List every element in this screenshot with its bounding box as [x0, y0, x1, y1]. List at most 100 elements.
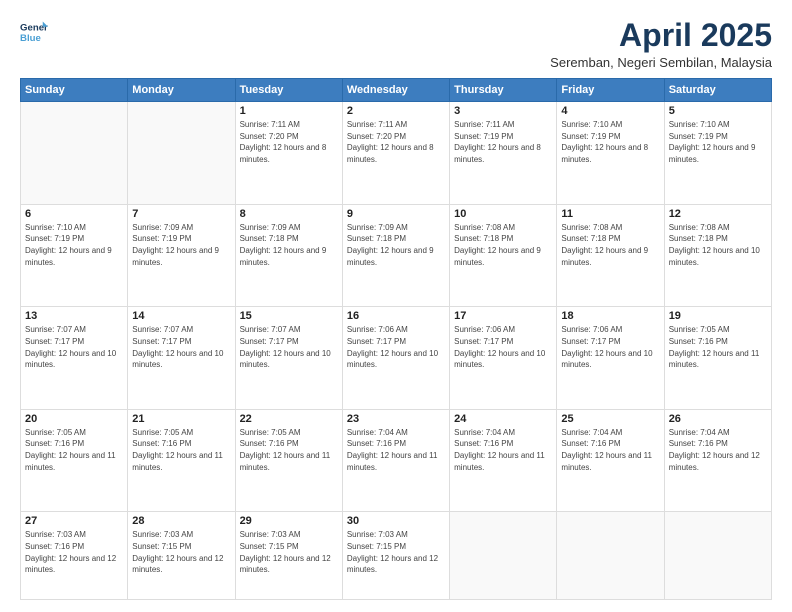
day-number: 14 [132, 310, 230, 322]
week-row-4: 20 Sunrise: 7:05 AMSunset: 7:16 PMDayligh… [21, 409, 772, 512]
calendar-cell-22: 22 Sunrise: 7:05 AMSunset: 7:16 PMDayligh… [235, 409, 342, 512]
cell-info: Sunrise: 7:06 AMSunset: 7:17 PMDaylight:… [561, 324, 659, 370]
cell-info: Sunrise: 7:11 AMSunset: 7:20 PMDaylight:… [240, 119, 338, 165]
calendar-cell-23: 23 Sunrise: 7:04 AMSunset: 7:16 PMDayligh… [342, 409, 449, 512]
day-number: 9 [347, 208, 445, 220]
calendar-cell-30: 30 Sunrise: 7:03 AMSunset: 7:15 PMDayligh… [342, 512, 449, 600]
calendar-cell-20: 20Sunrise: 7:05 AMSunset: 7:16 PMDayligh… [21, 409, 128, 512]
calendar-cell-1: 1 Sunrise: 7:11 AMSunset: 7:20 PMDaylight… [235, 102, 342, 205]
day-number: 18 [561, 310, 659, 322]
cell-info: Sunrise: 7:08 AMSunset: 7:18 PMDaylight:… [561, 222, 659, 268]
calendar-cell-17: 17Sunrise: 7:06 AMSunset: 7:17 PMDayligh… [450, 307, 557, 410]
svg-text:Blue: Blue [20, 33, 41, 44]
day-number: 30 [347, 515, 445, 527]
cell-info: Sunrise: 7:04 AMSunset: 7:16 PMDaylight:… [561, 427, 659, 473]
day-number: 26 [669, 413, 767, 425]
cell-info: Sunrise: 7:10 AMSunset: 7:19 PMDaylight:… [561, 119, 659, 165]
calendar-cell-16: 16 Sunrise: 7:06 AMSunset: 7:17 PMDayligh… [342, 307, 449, 410]
day-number: 27 [25, 515, 123, 527]
cell-info: Sunrise: 7:08 AMSunset: 7:18 PMDaylight:… [454, 222, 552, 268]
cell-info: Sunrise: 7:09 AMSunset: 7:18 PMDaylight:… [240, 222, 338, 268]
day-number: 12 [669, 208, 767, 220]
calendar-cell-2: 2 Sunrise: 7:11 AMSunset: 7:20 PMDaylight… [342, 102, 449, 205]
logo: General Blue [20, 18, 48, 46]
day-number: 2 [347, 105, 445, 117]
calendar-cell-empty [664, 512, 771, 600]
day-number: 5 [669, 105, 767, 117]
cell-info: Sunrise: 7:06 AMSunset: 7:17 PMDaylight:… [347, 324, 445, 370]
calendar-cell-15: 15 Sunrise: 7:07 AMSunset: 7:17 PMDayligh… [235, 307, 342, 410]
calendar-cell-21: 21 Sunrise: 7:05 AMSunset: 7:16 PMDayligh… [128, 409, 235, 512]
col-header-wednesday: Wednesday [342, 79, 449, 102]
cell-info: Sunrise: 7:09 AMSunset: 7:18 PMDaylight:… [347, 222, 445, 268]
day-number: 10 [454, 208, 552, 220]
calendar-cell-empty [21, 102, 128, 205]
day-number: 11 [561, 208, 659, 220]
day-number: 29 [240, 515, 338, 527]
calendar-cell-5: 5Sunrise: 7:10 AMSunset: 7:19 PMDaylight… [664, 102, 771, 205]
day-number: 16 [347, 310, 445, 322]
cell-info: Sunrise: 7:04 AMSunset: 7:16 PMDaylight:… [347, 427, 445, 473]
cell-info: Sunrise: 7:07 AMSunset: 7:17 PMDaylight:… [240, 324, 338, 370]
cell-info: Sunrise: 7:05 AMSunset: 7:16 PMDaylight:… [132, 427, 230, 473]
week-row-5: 27 Sunrise: 7:03 AMSunset: 7:16 PMDayligh… [21, 512, 772, 600]
day-number: 22 [240, 413, 338, 425]
calendar-cell-25: 25 Sunrise: 7:04 AMSunset: 7:16 PMDayligh… [557, 409, 664, 512]
cell-info: Sunrise: 7:03 AMSunset: 7:16 PMDaylight:… [25, 529, 123, 575]
day-number: 21 [132, 413, 230, 425]
calendar-cell-3: 3Sunrise: 7:11 AMSunset: 7:19 PMDaylight… [450, 102, 557, 205]
day-number: 13 [25, 310, 123, 322]
calendar-cell-27: 27 Sunrise: 7:03 AMSunset: 7:16 PMDayligh… [21, 512, 128, 600]
day-number: 24 [454, 413, 552, 425]
cell-info: Sunrise: 7:03 AMSunset: 7:15 PMDaylight:… [132, 529, 230, 575]
cell-info: Sunrise: 7:03 AMSunset: 7:15 PMDaylight:… [240, 529, 338, 575]
col-header-friday: Friday [557, 79, 664, 102]
location-subtitle: Seremban, Negeri Sembilan, Malaysia [550, 55, 772, 70]
cell-info: Sunrise: 7:04 AMSunset: 7:16 PMDaylight:… [669, 427, 767, 473]
week-row-3: 13 Sunrise: 7:07 AMSunset: 7:17 PMDayligh… [21, 307, 772, 410]
day-number: 20 [25, 413, 123, 425]
cell-info: Sunrise: 7:09 AMSunset: 7:19 PMDaylight:… [132, 222, 230, 268]
calendar-cell-28: 28 Sunrise: 7:03 AMSunset: 7:15 PMDayligh… [128, 512, 235, 600]
col-header-monday: Monday [128, 79, 235, 102]
day-number: 17 [454, 310, 552, 322]
day-number: 15 [240, 310, 338, 322]
day-number: 25 [561, 413, 659, 425]
calendar-cell-10: 10 Sunrise: 7:08 AMSunset: 7:18 PMDayligh… [450, 204, 557, 307]
cell-info: Sunrise: 7:11 AMSunset: 7:20 PMDaylight:… [347, 119, 445, 165]
day-number: 1 [240, 105, 338, 117]
cell-info: Sunrise: 7:07 AMSunset: 7:17 PMDaylight:… [132, 324, 230, 370]
cell-info: Sunrise: 7:05 AMSunset: 7:16 PMDaylight:… [240, 427, 338, 473]
week-row-1: 1 Sunrise: 7:11 AMSunset: 7:20 PMDaylight… [21, 102, 772, 205]
col-header-saturday: Saturday [664, 79, 771, 102]
calendar-header-row: SundayMondayTuesdayWednesdayThursdayFrid… [21, 79, 772, 102]
day-number: 23 [347, 413, 445, 425]
calendar-cell-empty [450, 512, 557, 600]
calendar-cell-4: 4 Sunrise: 7:10 AMSunset: 7:19 PMDaylight… [557, 102, 664, 205]
calendar-cell-8: 8Sunrise: 7:09 AMSunset: 7:18 PMDaylight… [235, 204, 342, 307]
month-year-title: April 2025 [550, 18, 772, 53]
week-row-2: 6Sunrise: 7:10 AMSunset: 7:19 PMDaylight… [21, 204, 772, 307]
calendar-cell-empty [557, 512, 664, 600]
calendar-cell-6: 6Sunrise: 7:10 AMSunset: 7:19 PMDaylight… [21, 204, 128, 307]
col-header-sunday: Sunday [21, 79, 128, 102]
calendar-cell-empty [128, 102, 235, 205]
day-number: 28 [132, 515, 230, 527]
calendar-cell-13: 13 Sunrise: 7:07 AMSunset: 7:17 PMDayligh… [21, 307, 128, 410]
cell-info: Sunrise: 7:10 AMSunset: 7:19 PMDaylight:… [25, 222, 123, 268]
cell-info: Sunrise: 7:11 AMSunset: 7:19 PMDaylight:… [454, 119, 552, 165]
calendar-cell-11: 11 Sunrise: 7:08 AMSunset: 7:18 PMDayligh… [557, 204, 664, 307]
title-block: April 2025 Seremban, Negeri Sembilan, Ma… [550, 18, 772, 70]
cell-info: Sunrise: 7:07 AMSunset: 7:17 PMDaylight:… [25, 324, 123, 370]
calendar-cell-18: 18 Sunrise: 7:06 AMSunset: 7:17 PMDayligh… [557, 307, 664, 410]
col-header-thursday: Thursday [450, 79, 557, 102]
calendar-cell-19: 19Sunrise: 7:05 AMSunset: 7:16 PMDayligh… [664, 307, 771, 410]
header: General Blue April 2025 Seremban, Negeri… [20, 18, 772, 70]
day-number: 4 [561, 105, 659, 117]
calendar-cell-14: 14 Sunrise: 7:07 AMSunset: 7:17 PMDayligh… [128, 307, 235, 410]
calendar-cell-7: 7Sunrise: 7:09 AMSunset: 7:19 PMDaylight… [128, 204, 235, 307]
cell-info: Sunrise: 7:03 AMSunset: 7:15 PMDaylight:… [347, 529, 445, 575]
cell-info: Sunrise: 7:04 AMSunset: 7:16 PMDaylight:… [454, 427, 552, 473]
page: General Blue April 2025 Seremban, Negeri… [0, 0, 792, 612]
calendar-cell-12: 12Sunrise: 7:08 AMSunset: 7:18 PMDayligh… [664, 204, 771, 307]
